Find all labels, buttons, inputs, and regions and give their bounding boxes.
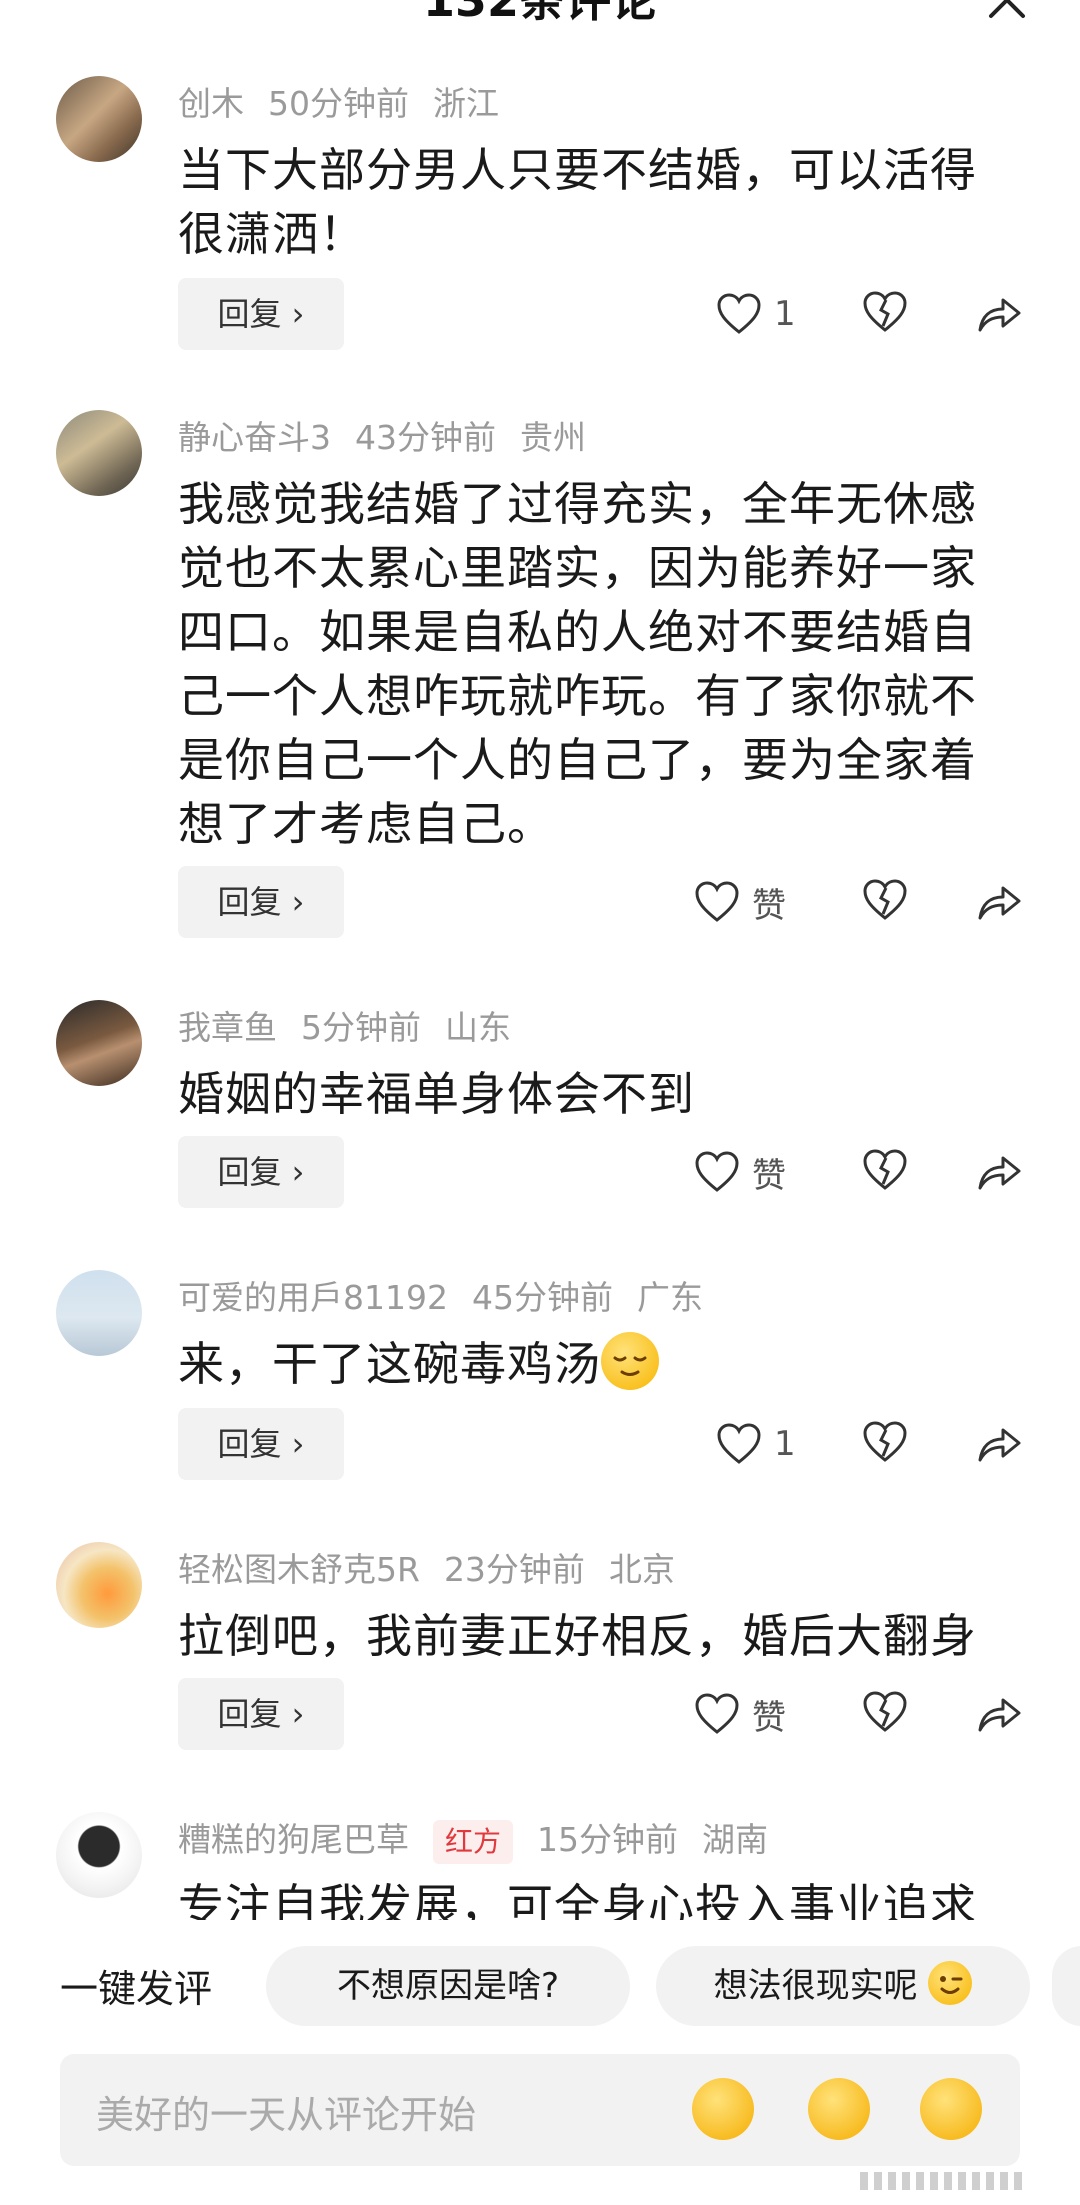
location: 山东 bbox=[445, 1008, 511, 1047]
comment-meta: 我章鱼 5分钟前 山东 bbox=[178, 1004, 535, 1052]
thinking-emoji-icon[interactable] bbox=[808, 2078, 870, 2140]
comment-text: 当下大部分男人只要不结婚，可以活得很潇洒！ bbox=[178, 143, 977, 261]
comment-meta: 轻松图木舒克5R 23分钟前 北京 bbox=[178, 1546, 699, 1594]
heart-icon bbox=[717, 1423, 761, 1464]
quick-comment-chip[interactable]: 想法很现实呢 bbox=[656, 1946, 1030, 2026]
like-button[interactable]: 赞 bbox=[694, 1146, 786, 1198]
timestamp: 15分钟前 bbox=[537, 1820, 679, 1859]
smirk-emoji-icon[interactable] bbox=[692, 2078, 754, 2140]
avatar[interactable] bbox=[56, 1270, 142, 1356]
avatar[interactable] bbox=[56, 1000, 142, 1086]
location: 浙江 bbox=[433, 84, 499, 123]
comment-text: 拉倒吧，我前妻正好相反，婚后大翻身 bbox=[178, 1609, 977, 1663]
username[interactable]: 可爱的用戶81192 bbox=[178, 1278, 448, 1317]
like-button[interactable]: 1 bbox=[716, 288, 796, 340]
share-icon[interactable] bbox=[976, 878, 1022, 922]
timestamp: 43分钟前 bbox=[355, 418, 496, 457]
avatar[interactable] bbox=[56, 1542, 142, 1628]
reply-button[interactable]: 回复 › bbox=[178, 1136, 344, 1208]
timestamp: 50分钟前 bbox=[268, 84, 409, 123]
timestamp: 5分钟前 bbox=[301, 1008, 421, 1047]
broken-heart-icon[interactable] bbox=[862, 290, 908, 334]
like-button[interactable]: 赞 bbox=[694, 876, 786, 928]
comment-meta: 可爱的用戶81192 45分钟前 广东 bbox=[178, 1274, 727, 1322]
username[interactable]: 创木 bbox=[178, 84, 244, 123]
share-icon[interactable] bbox=[976, 1690, 1022, 1734]
quick-comment-bar: 一键发评 不想原因是啥? 想法很现实呢 bbox=[0, 1940, 1080, 2032]
location: 广东 bbox=[636, 1278, 703, 1317]
comment-actions: 回复 › 1 bbox=[0, 278, 1080, 350]
broken-heart-icon[interactable] bbox=[862, 878, 908, 922]
relieved-face-emoji-icon bbox=[601, 1332, 659, 1390]
reply-button[interactable]: 回复 › bbox=[178, 278, 344, 350]
reply-button[interactable]: 回复 › bbox=[178, 866, 344, 938]
comment-actions: 回复 › 赞 bbox=[0, 1678, 1080, 1750]
comment-text: 我感觉我结婚了过得充实，全年无休感觉也不太累心里踏实，因为能养好一家四口。如果是… bbox=[178, 477, 977, 851]
comment-text-content: 来，干了这碗毒鸡汤 bbox=[178, 1337, 601, 1391]
comment-input[interactable]: 美好的一天从评论开始 bbox=[60, 2054, 1020, 2166]
share-icon[interactable] bbox=[976, 290, 1022, 334]
quick-comment-chip-label: 想法很现实呢 bbox=[713, 1966, 918, 2006]
comment-actions: 回复 › 赞 bbox=[0, 866, 1080, 938]
broken-heart-icon[interactable] bbox=[862, 1420, 908, 1464]
like-count: 1 bbox=[774, 294, 796, 334]
reply-button[interactable]: 回复 › bbox=[178, 1408, 344, 1480]
comment-text: 专注自我发展，可全身心投入事业追求 bbox=[178, 1879, 977, 1920]
heart-icon bbox=[717, 293, 761, 334]
comment-actions: 回复 › 赞 bbox=[0, 1136, 1080, 1208]
home-indicator-icon bbox=[860, 2172, 1022, 2190]
quick-comment-chip[interactable]: 不想原因是啥? bbox=[266, 1946, 630, 2026]
broken-heart-icon[interactable] bbox=[862, 1148, 908, 1192]
heart-icon bbox=[695, 881, 739, 922]
broken-heart-icon[interactable] bbox=[862, 1690, 908, 1734]
comment-meta: 糟糕的狗尾巴草 红方 15分钟前 湖南 bbox=[178, 1816, 792, 1864]
like-count: 1 bbox=[774, 1424, 796, 1464]
heart-icon bbox=[695, 1693, 739, 1734]
comment-text: 来，干了这碗毒鸡汤 bbox=[178, 1332, 1008, 1396]
timestamp: 23分钟前 bbox=[443, 1550, 585, 1589]
username[interactable]: 轻松图木舒克5R bbox=[178, 1550, 420, 1589]
wink-face-emoji-icon bbox=[928, 1961, 973, 2005]
like-count: 赞 bbox=[752, 885, 786, 926]
username[interactable]: 我章鱼 bbox=[178, 1008, 277, 1047]
comment-input-placeholder: 美好的一天从评论开始 bbox=[96, 2093, 477, 2137]
like-button[interactable]: 1 bbox=[716, 1418, 796, 1470]
timestamp: 45分钟前 bbox=[471, 1278, 613, 1317]
comment-meta: 创木 50分钟前 浙江 bbox=[178, 80, 523, 128]
share-icon[interactable] bbox=[976, 1420, 1022, 1464]
heart-icon bbox=[695, 1151, 739, 1192]
comment-actions: 回复 › 1 bbox=[0, 1408, 1080, 1480]
like-button[interactable]: 赞 bbox=[694, 1688, 786, 1740]
comment-meta: 静心奋斗3 43分钟前 贵州 bbox=[178, 414, 610, 462]
like-count: 赞 bbox=[752, 1155, 786, 1196]
quick-comment-label: 一键发评 bbox=[60, 1967, 213, 2011]
avatar[interactable] bbox=[56, 1812, 142, 1898]
quick-comment-chip[interactable] bbox=[1052, 1946, 1080, 2026]
crying-emoji-icon[interactable] bbox=[920, 2078, 982, 2140]
comment-text: 婚姻的幸福单身体会不到 bbox=[178, 1067, 695, 1121]
user-tag-badge: 红方 bbox=[433, 1819, 514, 1864]
location: 湖南 bbox=[702, 1820, 769, 1859]
location: 北京 bbox=[608, 1550, 675, 1589]
username[interactable]: 静心奋斗3 bbox=[178, 418, 331, 457]
comment-list[interactable]: 创木 50分钟前 浙江 当下大部分男人只要不结婚，可以活得很潇洒！ 回复 › 1 静… bbox=[0, 0, 1080, 1920]
username[interactable]: 糟糕的狗尾巴草 bbox=[178, 1820, 409, 1859]
location: 贵州 bbox=[520, 418, 586, 457]
reply-button[interactable]: 回复 › bbox=[178, 1678, 344, 1750]
share-icon[interactable] bbox=[976, 1148, 1022, 1192]
avatar[interactable] bbox=[56, 410, 142, 496]
like-count: 赞 bbox=[752, 1697, 786, 1738]
avatar[interactable] bbox=[56, 76, 142, 162]
